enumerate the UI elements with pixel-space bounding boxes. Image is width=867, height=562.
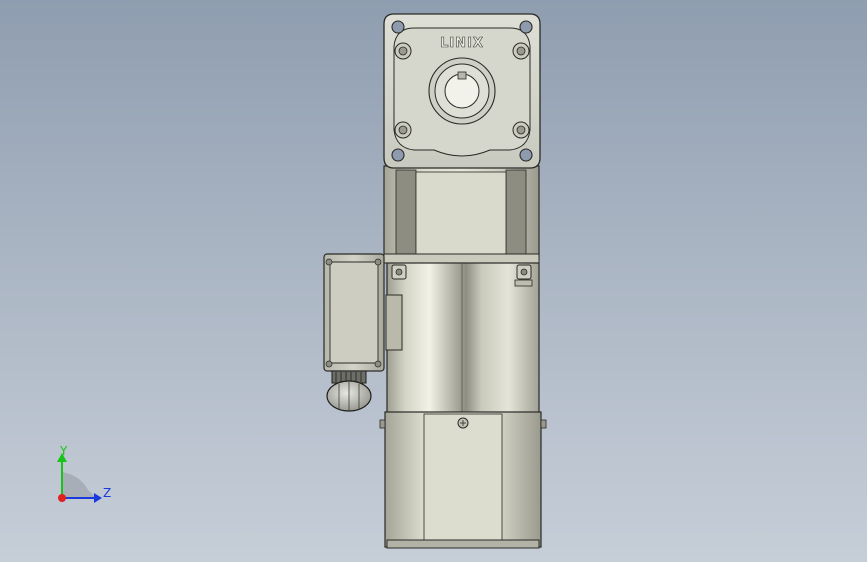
- output-shaft: [428, 57, 496, 125]
- gearbox-body: [383, 165, 540, 264]
- z-axis-label: Z: [103, 486, 111, 500]
- orientation-triad[interactable]: Y Z: [57, 444, 111, 503]
- cable-gland: [326, 370, 372, 412]
- cad-viewport[interactable]: LINIX Y Z: [0, 0, 867, 562]
- z-axis-arrow: [94, 493, 102, 503]
- brand-label: LINIX: [440, 36, 484, 51]
- motor-housing: [385, 262, 540, 414]
- triad-plane: [62, 472, 96, 498]
- gear-motor-model[interactable]: LINIX: [323, 13, 547, 549]
- terminal-box: [323, 253, 385, 372]
- x-axis-dot: [58, 494, 66, 502]
- y-axis-label: Y: [59, 444, 68, 458]
- output-flange: LINIX: [383, 13, 541, 169]
- fan-cover: [379, 411, 547, 549]
